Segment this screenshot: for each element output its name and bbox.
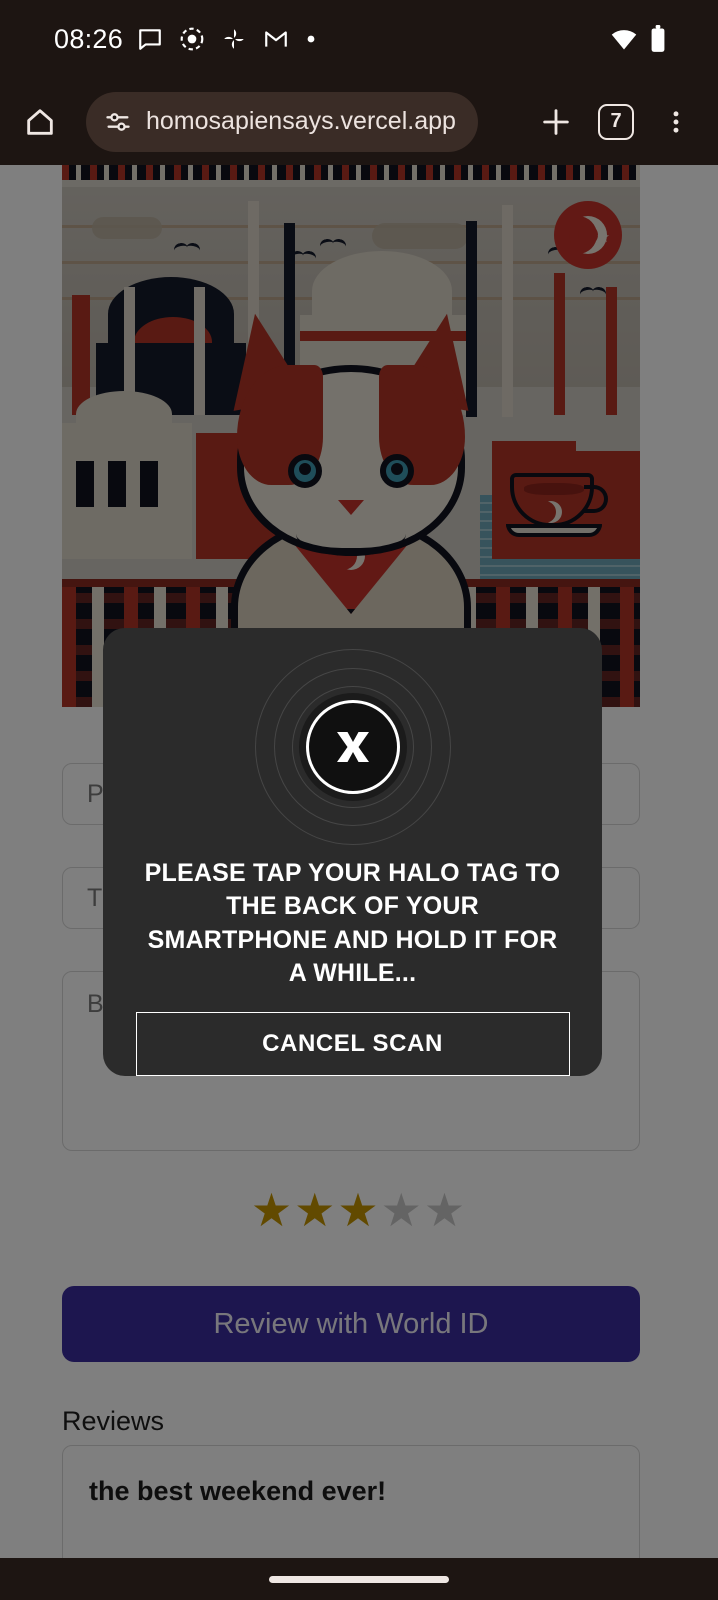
gmail-icon (263, 26, 289, 52)
tune-icon[interactable] (104, 108, 132, 136)
notification-icons (137, 26, 317, 52)
cancel-scan-button[interactable]: CANCEL SCAN (135, 1012, 570, 1076)
dot-icon (305, 33, 317, 45)
halo-x-logo-icon (305, 699, 400, 794)
url-text: homosapiensays.vercel.app (146, 107, 456, 135)
halo-tag-scan-dialog: PLEASE TAP YOUR HALO TAG TO THE BACK OF … (103, 628, 602, 1076)
home-gesture-pill[interactable] (269, 1575, 449, 1583)
phone-screen: ★ (0, 0, 718, 1600)
browser-chrome: 08:26 homosapiensays.vercel.app 7 (0, 0, 718, 165)
toolbar-actions: 7 (528, 94, 718, 150)
nfc-pulse-animation (254, 648, 451, 845)
browser-menu-button[interactable] (648, 94, 704, 150)
home-icon (23, 105, 57, 139)
new-tab-button[interactable] (528, 94, 584, 150)
photos-pinwheel-icon (221, 26, 247, 52)
home-button[interactable] (10, 92, 70, 152)
tab-count-badge: 7 (598, 103, 634, 140)
system-navigation-bar (0, 1558, 718, 1600)
battery-icon (650, 25, 666, 53)
tab-switcher-button[interactable]: 7 (588, 94, 644, 150)
browser-toolbar: homosapiensays.vercel.app 7 (0, 78, 718, 165)
plus-icon (539, 105, 573, 139)
status-bar-left: 08:26 (0, 24, 317, 55)
more-vertical-icon (662, 108, 690, 136)
scan-instruction-text: PLEASE TAP YOUR HALO TAG TO THE BACK OF … (144, 859, 561, 987)
message-icon (137, 26, 163, 52)
address-bar[interactable]: homosapiensays.vercel.app (86, 91, 478, 152)
status-bar-right (610, 25, 718, 53)
clock: 08:26 (54, 23, 124, 54)
status-bar: 08:26 (0, 0, 718, 78)
wifi-icon (610, 25, 638, 53)
record-icon (179, 26, 205, 52)
